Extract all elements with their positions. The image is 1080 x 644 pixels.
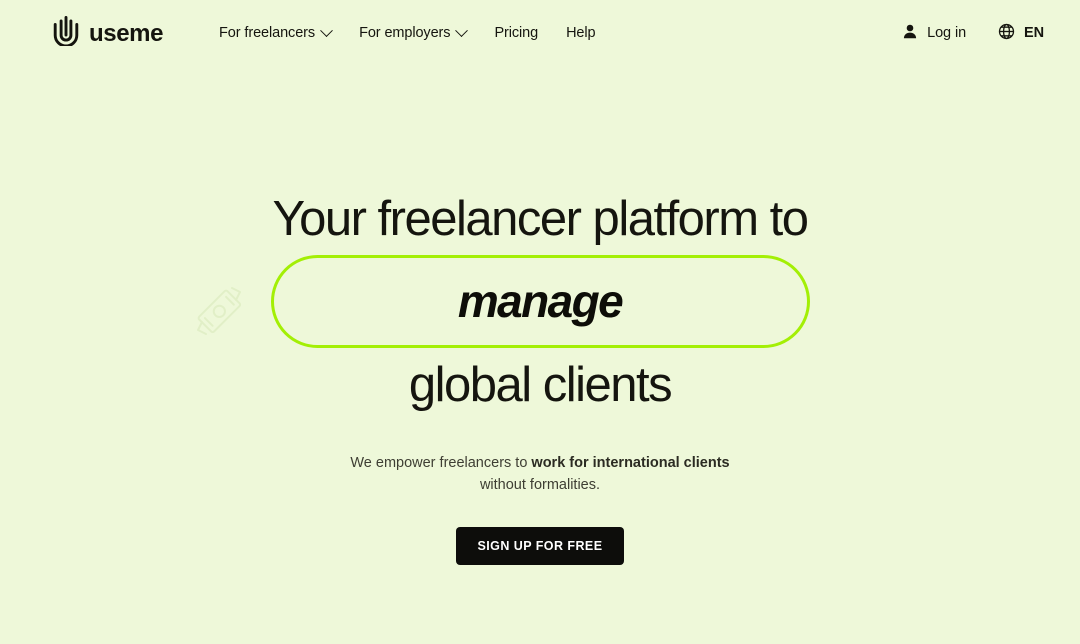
nav-item-pricing[interactable]: Pricing [494,25,538,41]
hero-highlight-pill-wrap: manage [0,254,1080,348]
language-label: EN [1024,25,1044,41]
hero-headline-line-3: global clients [408,357,673,412]
hero-section: Your freelancer platform to manage globa… [0,192,1080,644]
hero-subtitle-suffix: without formalities. [479,477,601,494]
hero-subtitle-bold: work for international clients [531,454,730,471]
nav-item-for-employers[interactable]: For employers [359,23,469,41]
hero-highlight-pill[interactable]: manage [270,254,810,348]
nav-item-help[interactable]: Help [566,25,596,41]
header-actions: Log in EN [902,23,1044,44]
site-header: useme For freelancers For employers Pric… [0,0,1080,66]
login-button[interactable]: Log in [902,23,966,44]
nav-item-for-freelancers[interactable]: For freelancers [219,23,333,41]
hero-highlight-word: manage [457,275,624,328]
main-navigation: For freelancers For employers Pricing He… [219,23,596,41]
brand-name: useme [89,20,164,47]
login-label: Log in [927,25,967,41]
nav-label-help: Help [566,25,596,41]
hero-subtitle: We empower freelancers to work for inter… [0,452,1080,497]
hero-cta-wrap: SIGN UP FOR FREE [0,526,1080,565]
chevron-down-icon [455,23,469,37]
hero-subtitle-prefix: We empower freelancers to [350,454,532,471]
user-icon [902,23,918,44]
globe-icon [998,23,1015,44]
hero-headline-line-1: Your freelancer platform to [272,192,809,246]
sign-up-for-free-button[interactable]: SIGN UP FOR FREE [456,526,624,565]
useme-u-mark-icon [52,15,80,51]
nav-label-pricing: Pricing [494,25,539,41]
nav-label-for-employers: For employers [359,25,451,41]
chevron-down-icon [320,23,333,37]
nav-label-for-freelancers: For freelancers [219,25,316,41]
language-selector[interactable]: EN [998,23,1044,44]
brand-logo[interactable]: useme [52,15,164,51]
